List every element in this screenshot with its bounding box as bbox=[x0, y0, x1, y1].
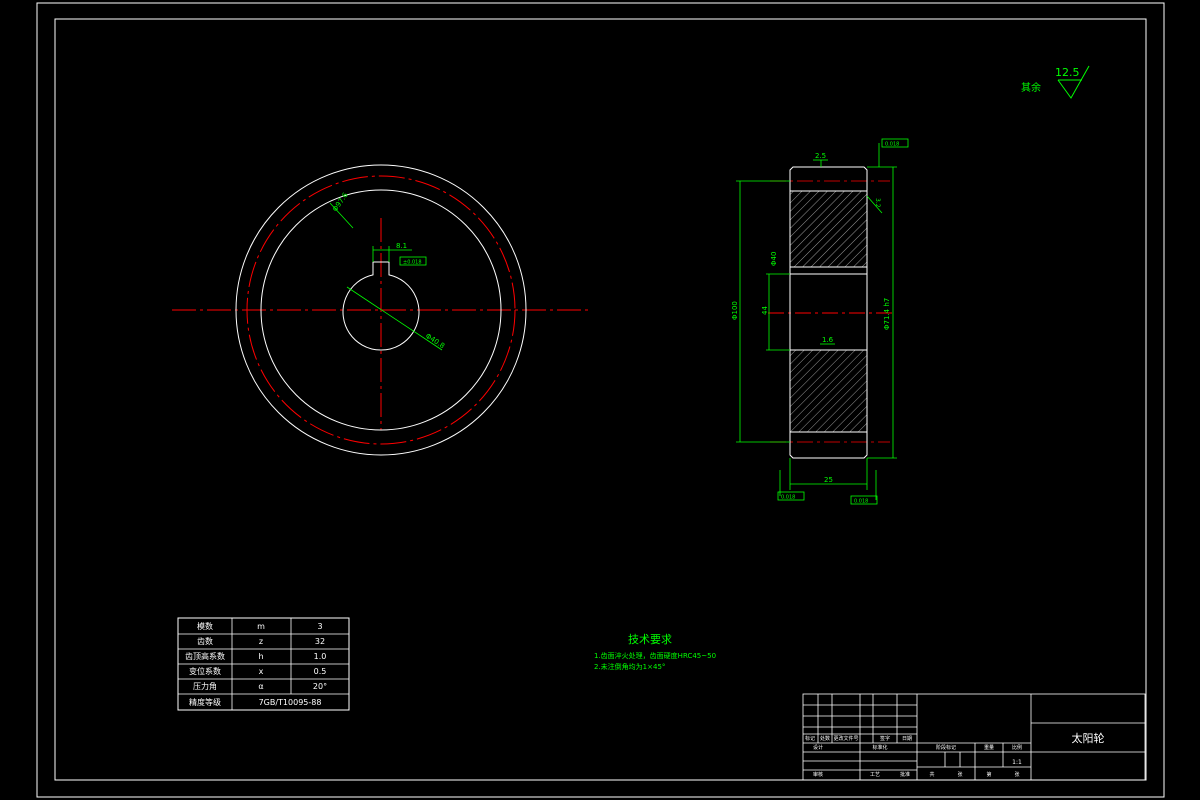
param-symbol: α bbox=[258, 682, 263, 691]
param-name: 齿数 bbox=[197, 636, 213, 646]
param-symbol: z bbox=[259, 637, 263, 646]
tb-label: 张 bbox=[957, 771, 962, 778]
param-name: 齿顶高系数 bbox=[185, 651, 225, 661]
param-symbol: h bbox=[258, 652, 263, 661]
tb-label: 共 bbox=[929, 771, 934, 778]
ref-top: 0.018 bbox=[885, 142, 899, 148]
tb-label: 重量 bbox=[984, 744, 994, 751]
front-view: 8.1 ±0.018 Φ97.6 Φ40.8 bbox=[172, 164, 590, 456]
tb-label: 签字 bbox=[880, 735, 890, 742]
key-tolerance: ±0.018 bbox=[403, 260, 422, 266]
param-name: 变位系数 bbox=[189, 666, 221, 676]
tb-label: 第 bbox=[986, 771, 991, 778]
key-width-dim: 8.1 bbox=[396, 242, 407, 250]
ref-bottom-right: 0.018 bbox=[854, 499, 868, 505]
tech-title: 技术要求 bbox=[628, 633, 672, 646]
tech-item: 1.齿面淬火处理，齿面硬度HRC45~50 bbox=[594, 651, 716, 660]
param-name: 压力角 bbox=[193, 681, 217, 691]
tb-label: 审核 bbox=[813, 771, 823, 778]
params-table: 模数 m 3 齿数 z 32 齿顶高系数 h 1.0 变位系数 x 0.5 压力… bbox=[177, 617, 350, 711]
bore-dia-label: Φ40.8 bbox=[424, 332, 446, 350]
drawing-title: 太阳轮 bbox=[1072, 731, 1105, 745]
chamfer-top: 2.5 bbox=[815, 152, 826, 160]
dim-outer: Φ100 bbox=[731, 301, 739, 320]
sheet-outer-frame bbox=[36, 2, 1165, 798]
side-view: Φ100 44 Φ40 Φ71.4 h7 2.5 0.018 3.2 1.6 2… bbox=[731, 138, 909, 505]
hatch-upper bbox=[789, 190, 868, 268]
tb-label: 比例 bbox=[1012, 744, 1022, 751]
param-value: 0.5 bbox=[314, 667, 327, 676]
roughness-r: 3.2 bbox=[874, 198, 881, 208]
roughness-value: 12.5 bbox=[1055, 66, 1080, 79]
tb-label: 批准 bbox=[900, 771, 910, 778]
param-name: 精度等级 bbox=[189, 697, 221, 707]
chamfer-hub: 1.6 bbox=[822, 336, 834, 344]
ref-bottom-left: 0.018 bbox=[781, 495, 795, 501]
hatch-lower bbox=[789, 349, 868, 433]
param-value: 20° bbox=[313, 682, 327, 691]
param-symbol: x bbox=[259, 667, 264, 676]
tb-label: 工艺 bbox=[870, 772, 880, 778]
tech-requirements: 技术要求 1.齿面淬火处理，齿面硬度HRC45~50 2.未注倒角均为1×45° bbox=[594, 633, 716, 671]
tb-label: 阶段标记 bbox=[936, 744, 956, 751]
tb-label: 张 bbox=[1014, 771, 1019, 778]
param-value: 3 bbox=[317, 622, 322, 631]
scale-value: 1:1 bbox=[1012, 759, 1022, 766]
param-value: 7GB/T10095-88 bbox=[259, 698, 322, 707]
tb-label: 标准化 bbox=[872, 744, 887, 751]
tb-label: 日期 bbox=[902, 736, 912, 742]
title-block-text: 太阳轮 1:1 标记 处数 更改文件号 签字 日期 设计 标准化 阶段标记 重量… bbox=[805, 731, 1105, 778]
param-name: 模数 bbox=[197, 621, 213, 631]
tb-label: 设计 bbox=[813, 744, 823, 751]
dim-right: Φ71.4 h7 bbox=[883, 298, 891, 330]
param-value: 32 bbox=[315, 637, 325, 646]
tb-label: 标记 bbox=[805, 735, 815, 742]
cad-drawing: 8.1 ±0.018 Φ97.6 Φ40.8 Φ100 44 Φ40 Φ71.4… bbox=[36, 2, 1165, 798]
tech-item: 2.未注倒角均为1×45° bbox=[594, 662, 665, 671]
dim-hub: 44 bbox=[761, 306, 769, 315]
param-value: 1.0 bbox=[314, 652, 327, 661]
roughness-symbol: 其余 12.5 bbox=[1021, 65, 1090, 99]
tb-label: 更改文件号 bbox=[833, 735, 858, 742]
dim-width: 25 bbox=[824, 476, 833, 484]
roughness-other-label: 其余 bbox=[1021, 81, 1041, 94]
param-symbol: m bbox=[257, 622, 265, 631]
pitch-dia-label: Φ97.6 bbox=[331, 191, 350, 213]
tb-label: 处数 bbox=[820, 735, 830, 742]
dim-bore: Φ40 bbox=[770, 252, 778, 266]
